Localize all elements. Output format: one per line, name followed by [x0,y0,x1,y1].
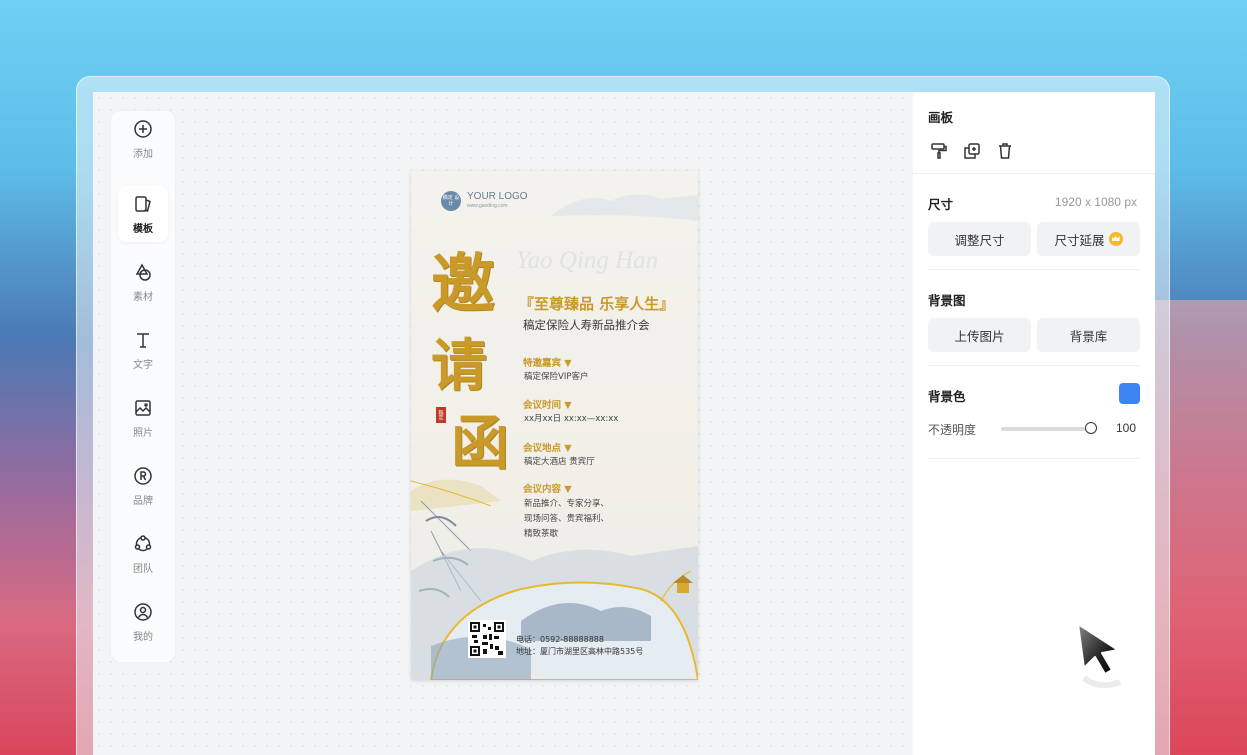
tool-template[interactable]: 模板 [118,186,168,242]
poster-phone: 电话：0592-88888888 [516,635,604,644]
tool-label: 照片 [133,427,153,439]
divider [928,365,1141,366]
tool-label: 添加 [133,148,153,160]
section-body-guest: 稿定保险VIP客户 [524,372,589,382]
image-icon [135,399,151,416]
size-extend-button[interactable]: 尺寸延展 [1037,222,1140,256]
tool-brand[interactable]: 品牌 [118,458,168,514]
duplicate-button[interactable] [963,142,981,160]
title-char-qing: 请 [431,333,487,399]
mouse-cursor-icon [1077,623,1122,689]
tool-label: 团队 [133,563,153,575]
tool-team[interactable]: 团队 [118,526,168,582]
registered-icon [134,466,152,485]
logo-text: YOUR LOGO [467,191,528,202]
opacity-label: 不透明度 [928,423,977,437]
template-icon [135,195,151,212]
upload-image-button[interactable]: 上传图片 [928,318,1031,352]
plus-circle-icon [134,119,152,138]
tool-text[interactable]: 文字 [118,322,168,378]
bg-color-swatch[interactable] [1119,383,1140,404]
divider [928,458,1141,459]
seal-stamp: 稿定 [436,407,446,423]
format-painter-button[interactable] [930,142,948,160]
qr-code [468,620,506,658]
tool-label: 素材 [133,291,153,303]
trash-icon [999,143,1011,159]
duplicate-icon [964,143,980,159]
team-icon [134,534,152,551]
section-title-venue: 会议地点 ▼ [523,443,572,454]
size-value: 1920 x 1080 px [1054,195,1137,209]
tool-label: 模板 [133,223,153,235]
section-body-content-2: 现场问答、贵宾福利、 [524,514,610,524]
resize-button[interactable]: 调整尺寸 [928,222,1031,256]
size-extend-label: 尺寸延展 [1054,232,1105,248]
tool-add[interactable]: 添加 [118,111,168,167]
bg-color-label: 背景色 [928,389,966,404]
logo-badge: 稿定 设计 [441,191,461,211]
left-toolbar: 添加 模板 素材 文字 照片 品牌 团队 我的 [111,111,175,662]
bg-image-label: 背景图 [928,293,966,308]
section-body-content-1: 新品推介、专家分享、 [524,499,610,509]
delete-button[interactable] [996,142,1014,160]
divider [913,173,1155,174]
panel-title: 画板 [928,110,954,125]
english-title: Yao Qing Han [516,247,659,274]
poster-address: 地址：厦门市湖里区高林中路535号 [516,647,644,656]
bg-library-button[interactable]: 背景库 [1037,318,1140,352]
paint-roller-icon [931,143,947,159]
opacity-slider[interactable] [1001,427,1091,431]
crown-icon [1108,232,1123,246]
logo-url: www.gaoding.com [467,203,508,209]
tool-label: 文字 [133,359,153,371]
title-char-yao: 邀 [431,247,495,322]
section-body-time: xx月xx日 xx:xx—xx:xx [524,414,619,424]
size-label: 尺寸 [928,197,954,212]
section-title-guest: 特邀嘉宾 ▼ [523,358,572,369]
tool-mine[interactable]: 我的 [118,594,168,650]
divider [928,269,1141,270]
tool-materials[interactable]: 素材 [118,254,168,310]
tool-label: 品牌 [133,495,153,507]
section-body-venue: 稿定大酒店 贵宾厅 [524,457,595,467]
tool-label: 我的 [133,631,153,643]
poster-subtitle: 稿定保险人寿新品推介会 [523,318,650,332]
opacity-value: 100 [1116,421,1137,435]
title-char-han: 函 [451,409,510,477]
slogan: 『至尊臻品 乐享人生』 [519,295,675,313]
section-title-content: 会议内容 ▼ [523,484,572,495]
text-icon [137,332,149,348]
tool-photo[interactable]: 照片 [118,390,168,446]
user-icon [134,602,152,621]
section-title-time: 会议时间 ▼ [523,400,572,411]
poster-artboard[interactable]: 稿定 设计 YOUR LOGO www.gaoding.com Yao Qing… [411,171,698,680]
section-body-content-3: 精致茶歇 [524,529,559,539]
shapes-icon [135,262,151,281]
opacity-slider-thumb[interactable] [1085,422,1097,434]
